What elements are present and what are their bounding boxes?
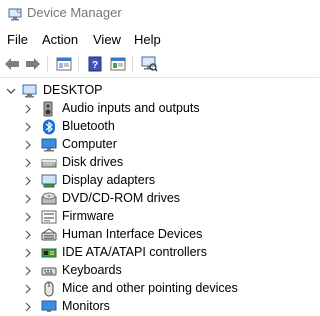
forward-icon[interactable] — [24, 55, 42, 73]
tree-item-firmware[interactable]: Firmware — [0, 208, 319, 226]
svg-text:?: ? — [92, 60, 98, 71]
computer-icon — [41, 137, 57, 153]
toolbar-separator — [132, 56, 133, 72]
ide-controller-icon — [41, 245, 57, 261]
tree-item-label: Bluetooth — [62, 119, 115, 133]
back-icon[interactable] — [3, 55, 21, 73]
chevron-right-icon[interactable] — [22, 137, 34, 153]
chevron-right-icon[interactable] — [22, 227, 34, 243]
tree-item-label: Computer — [62, 137, 117, 151]
keyboard-icon — [41, 263, 57, 279]
display-adapter-icon — [41, 173, 57, 189]
computer-root-icon — [22, 83, 38, 99]
menu-action[interactable]: Action — [42, 32, 78, 47]
menu-file[interactable]: File — [7, 32, 28, 47]
device-manager-icon — [7, 6, 23, 27]
tree-item-label: Mice and other pointing devices — [62, 281, 238, 295]
tree-item-keyboards[interactable]: Keyboards — [0, 262, 319, 280]
menu-bar: File Action View Help — [0, 30, 319, 50]
tree-item-audio-inputs-and-outputs[interactable]: Audio inputs and outputs — [0, 100, 319, 118]
properties-icon[interactable] — [55, 55, 73, 73]
tree-item-label: Monitors — [62, 299, 110, 313]
firmware-icon — [41, 209, 57, 225]
tree-item-ide-ata-atapi-controllers[interactable]: IDE ATA/ATAPI controllers — [0, 244, 319, 262]
monitor-icon — [41, 299, 57, 315]
tree-item-dvd-cd-rom-drives[interactable]: DVD/CD-ROM drives — [0, 190, 319, 208]
tree-item-label: Audio inputs and outputs — [62, 101, 200, 115]
chevron-right-icon[interactable] — [22, 299, 34, 315]
tree-root[interactable]: DESKTOP — [0, 82, 319, 100]
mouse-icon — [41, 281, 57, 297]
tree-item-label: Display adapters — [62, 173, 156, 187]
hid-icon — [41, 227, 57, 243]
chevron-right-icon[interactable] — [22, 209, 34, 225]
menu-help[interactable]: Help — [134, 32, 161, 47]
chevron-right-icon[interactable] — [22, 155, 34, 171]
scan-hardware-icon[interactable] — [140, 55, 158, 73]
disk-drive-icon — [41, 155, 57, 171]
tree-item-label: Human Interface Devices — [62, 227, 203, 241]
window-title: Device Manager — [27, 5, 122, 20]
tree-item-computer[interactable]: Computer — [0, 136, 319, 154]
chevron-right-icon[interactable] — [22, 263, 34, 279]
title-bar: Device Manager — [0, 0, 319, 28]
tree-item-display-adapters[interactable]: Display adapters — [0, 172, 319, 190]
tree-item-human-interface-devices[interactable]: Human Interface Devices — [0, 226, 319, 244]
toolbar: ? — [0, 53, 319, 75]
tree-item-label: IDE ATA/ATAPI controllers — [62, 245, 207, 259]
chevron-right-icon[interactable] — [22, 173, 34, 189]
toolbar-separator — [78, 56, 79, 72]
tree-root-label: DESKTOP — [43, 83, 103, 97]
toolbar-divider — [0, 77, 319, 78]
speaker-icon — [41, 101, 57, 117]
chevron-right-icon[interactable] — [22, 281, 34, 297]
tree-item-label: DVD/CD-ROM drives — [62, 191, 181, 205]
bluetooth-icon — [41, 119, 57, 135]
chevron-right-icon[interactable] — [22, 191, 34, 207]
chevron-down-icon[interactable] — [5, 83, 17, 99]
chevron-right-icon[interactable] — [22, 101, 34, 117]
menu-view[interactable]: View — [93, 32, 121, 47]
chevron-right-icon[interactable] — [22, 119, 34, 135]
tree-item-label: Disk drives — [62, 155, 124, 169]
tree-item-disk-drives[interactable]: Disk drives — [0, 154, 319, 172]
tree-item-mice-and-other-pointing-devices[interactable]: Mice and other pointing devices — [0, 280, 319, 298]
help-icon[interactable]: ? — [86, 55, 104, 73]
tree-item-label: Keyboards — [62, 263, 122, 277]
tree-item-bluetooth[interactable]: Bluetooth — [0, 118, 319, 136]
toolbar-separator — [47, 56, 48, 72]
dvd-drive-icon — [41, 191, 57, 207]
tree-item-label: Firmware — [62, 209, 115, 223]
tree-item-monitors[interactable]: Monitors — [0, 298, 319, 316]
update-driver-icon[interactable] — [109, 55, 127, 73]
chevron-right-icon[interactable] — [22, 245, 34, 261]
